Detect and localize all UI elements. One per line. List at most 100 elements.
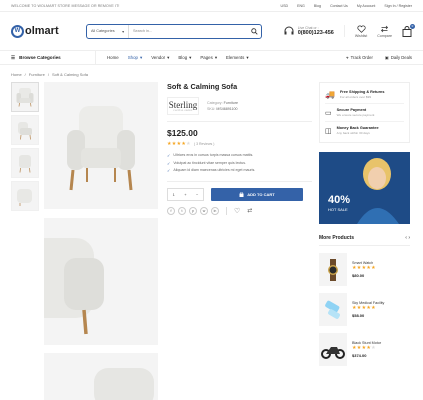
browse-categories-button[interactable]: ☰ Browse Categories bbox=[11, 51, 96, 64]
nav-item-elements[interactable]: Elements ▾ bbox=[226, 55, 249, 61]
add-to-cart-label: ADD TO CART bbox=[247, 191, 275, 197]
currency-select[interactable]: USD bbox=[280, 4, 288, 8]
search-icon bbox=[250, 27, 258, 35]
armchair-side-image bbox=[18, 122, 32, 140]
menu-icon: ☰ bbox=[11, 54, 16, 60]
whatsapp-icon[interactable]: w bbox=[200, 206, 208, 215]
facebook-icon[interactable]: f bbox=[167, 206, 175, 215]
service-item: 🚚 Free Shipping & Returns For all orders … bbox=[325, 86, 404, 104]
chevron-down-icon: ▾ bbox=[189, 54, 192, 60]
signin-link[interactable]: Sign In / Register bbox=[384, 4, 412, 8]
product-meta: Category: Furniture SKU: MS46891100 bbox=[207, 100, 238, 115]
twitter-icon[interactable]: t bbox=[178, 206, 186, 215]
nav-item-blog[interactable]: Blog ▾ bbox=[178, 55, 191, 61]
service-subtitle: For all orders over $99 bbox=[339, 95, 372, 99]
breadcrumb-current: Soft & Calming Sofa bbox=[51, 72, 88, 77]
more-products-title: More Products bbox=[319, 235, 355, 241]
chevron-right-icon[interactable]: › bbox=[408, 235, 410, 241]
compare-button[interactable]: Compare bbox=[377, 25, 392, 38]
cart-button[interactable]: 0 bbox=[402, 23, 415, 37]
nav-item-pages[interactable]: Pages ▾ bbox=[200, 55, 217, 61]
product-price: $125.00 bbox=[167, 128, 198, 138]
blog-link[interactable]: Blog bbox=[314, 4, 321, 8]
review-count-link[interactable]: ( 3 Reviews ) bbox=[194, 142, 214, 146]
chevron-down-icon: ▾ bbox=[214, 54, 218, 60]
quantity-value[interactable]: 1 bbox=[173, 192, 175, 197]
logo-text: olmart bbox=[25, 25, 59, 37]
brand-logo[interactable]: Sterling CAPITAL GROUP bbox=[167, 97, 199, 115]
more-products-header: More Products ‹ › bbox=[319, 235, 410, 241]
linkedin-icon[interactable]: in bbox=[211, 206, 219, 215]
language-select[interactable]: ENG bbox=[297, 4, 305, 8]
breadcrumb-home[interactable]: Home bbox=[11, 72, 22, 77]
pinterest-icon[interactable]: p bbox=[189, 206, 197, 215]
search-button[interactable] bbox=[247, 25, 261, 38]
logo-mark-icon: W bbox=[11, 24, 24, 38]
breadcrumb-category[interactable]: Furniture bbox=[29, 72, 45, 77]
watch-image bbox=[319, 253, 347, 286]
feature-item: ✓ Ultrices eros in cursus turpis massa cu… bbox=[167, 152, 312, 160]
nav-bar: ☰ Browse Categories Home Shop ▾ Vendor ▾ B… bbox=[0, 50, 423, 65]
truck-icon: 🚚 bbox=[325, 90, 335, 99]
armchair-back-image bbox=[19, 155, 31, 173]
contact-link[interactable]: Contact Us bbox=[330, 4, 348, 8]
banner-discount: 40% bbox=[328, 194, 351, 206]
category-label: Category: bbox=[207, 101, 223, 105]
nav-item-vendor[interactable]: Vendor ▾ bbox=[151, 55, 169, 61]
product-image-3[interactable] bbox=[44, 353, 158, 400]
add-to-cart-button[interactable]: ADD TO CART bbox=[211, 187, 303, 201]
service-subtitle: Any back within 30 days bbox=[336, 131, 370, 135]
service-title: Free Shipping & Returns bbox=[339, 90, 385, 94]
wishlist-heart-icon[interactable]: ♡ bbox=[234, 207, 240, 215]
product-features: ✓ Ultrices eros in cursus turpis massa cu… bbox=[167, 152, 312, 175]
search-category-select[interactable]: All Categories ▾ bbox=[87, 24, 129, 38]
nav-item-home[interactable]: Home bbox=[107, 55, 119, 61]
site-logo[interactable]: W olmart bbox=[11, 24, 81, 38]
divider bbox=[319, 245, 410, 246]
product-image-2[interactable] bbox=[44, 218, 158, 345]
cart-row: 1 + − ADD TO CART bbox=[167, 187, 312, 201]
nav-item-elements-label: Elements bbox=[226, 55, 245, 60]
thumbnail-3[interactable] bbox=[11, 148, 39, 178]
wishlist-button[interactable]: Wishlist bbox=[354, 24, 368, 38]
breadcrumb: Home / Furniture / Soft & Calming Sofa bbox=[11, 72, 88, 77]
main-header: W olmart All Categories ▾ Search in... L… bbox=[0, 13, 423, 49]
live-chat[interactable]: Live Chat or : 0(800)123-456 bbox=[283, 25, 345, 37]
category-value[interactable]: Furniture bbox=[224, 101, 238, 105]
brand-tagline: CAPITAL GROUP bbox=[173, 109, 193, 112]
sale-banner[interactable]: 40% HOT SALE bbox=[319, 152, 410, 224]
thumbnail-4[interactable] bbox=[11, 181, 39, 211]
brand-name: Sterling bbox=[168, 99, 198, 110]
compare-icon[interactable]: ⇄ bbox=[247, 207, 252, 214]
service-title: Secure Payment bbox=[336, 108, 367, 112]
card-icon: ▭ bbox=[325, 109, 332, 117]
chevron-left-icon[interactable]: ‹ bbox=[405, 235, 407, 241]
chevron-down-icon: ▾ bbox=[139, 54, 143, 60]
track-order-label: Track Order bbox=[350, 55, 373, 60]
thumbnail-1[interactable] bbox=[11, 82, 39, 112]
tag-icon: ▣ bbox=[384, 55, 389, 60]
account-link[interactable]: My Account bbox=[357, 4, 376, 8]
compare-label: Compare bbox=[377, 33, 392, 38]
wishlist-label: Wishlist bbox=[354, 33, 368, 38]
daily-deals-link[interactable]: ▣ Daily Deals bbox=[385, 55, 412, 60]
plus-button[interactable]: + bbox=[184, 192, 186, 197]
motorbike-image bbox=[319, 333, 347, 366]
thumbnail-2[interactable] bbox=[11, 115, 39, 145]
more-product-item[interactable]: Sky Medical Facility ★★★★★ $58.00 bbox=[319, 293, 410, 326]
armchair-front-image bbox=[67, 105, 135, 190]
more-product-item[interactable]: Smart Watch ★★★★★ $80.00 bbox=[319, 253, 410, 286]
more-product-item[interactable]: Black Stunt Motor ★★★★★ $374.00 bbox=[319, 333, 410, 366]
rating-stars: ★★★★★ bbox=[352, 345, 376, 351]
bag-icon bbox=[239, 191, 244, 197]
check-icon: ✓ bbox=[167, 153, 171, 158]
armchair-side-large-image bbox=[44, 238, 104, 335]
nav-item-shop[interactable]: Shop ▾ bbox=[128, 55, 142, 61]
search-input[interactable]: Search in... bbox=[129, 29, 247, 33]
phone-number[interactable]: 0(800)123-456 bbox=[298, 30, 334, 36]
track-order-link[interactable]: ⌖ Track Order bbox=[346, 55, 373, 60]
sku-value: MS46891100 bbox=[216, 107, 238, 111]
sku-label: SKU: bbox=[207, 107, 216, 111]
minus-button[interactable]: − bbox=[196, 192, 198, 197]
product-main-image[interactable] bbox=[44, 82, 158, 209]
